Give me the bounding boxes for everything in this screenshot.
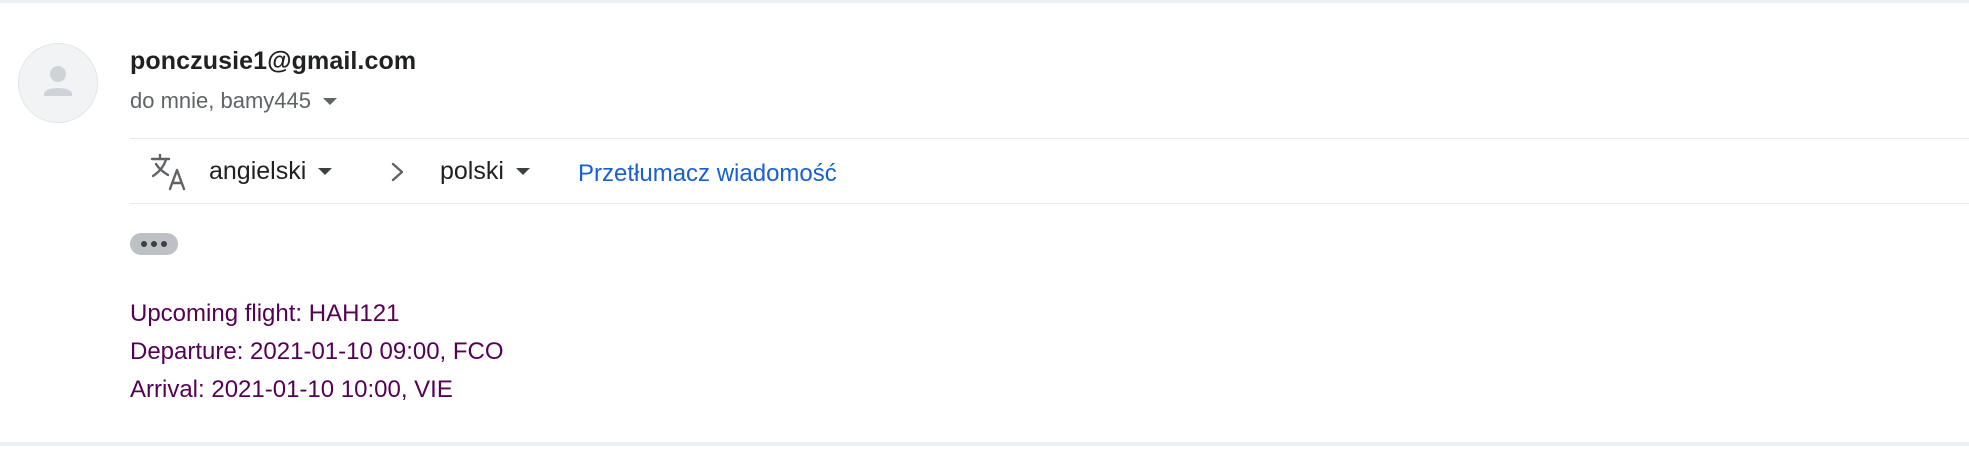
- translate-bar: angielski polski Przetłumacz wiadomość: [130, 138, 1969, 204]
- body-line-arrival: Arrival: 2021-01-10 10:00, VIE: [130, 376, 453, 403]
- top-divider: [0, 0, 1969, 3]
- chevron-right-icon: [391, 162, 404, 182]
- source-language-select[interactable]: angielski: [209, 157, 333, 186]
- ellipsis-dot: [151, 241, 157, 247]
- body-line-departure: Departure: 2021-01-10 09:00, FCO: [130, 338, 504, 365]
- sender-email[interactable]: ponczusie1@gmail.com: [130, 47, 416, 76]
- recipients-text: do mnie, bamy445: [130, 88, 311, 113]
- sender-avatar[interactable]: [18, 43, 98, 123]
- chevron-down-icon: [318, 168, 333, 175]
- person-icon: [44, 66, 72, 96]
- source-language-label: angielski: [209, 157, 307, 185]
- chevron-down-icon[interactable]: [323, 97, 337, 105]
- ellipsis-dot: [161, 241, 167, 247]
- target-language-label: polski: [440, 157, 504, 185]
- ellipsis-dot: [141, 241, 147, 247]
- body-line-flight: Upcoming flight: HAH121: [130, 300, 400, 327]
- recipients-line[interactable]: do mnie, bamy445: [130, 88, 337, 114]
- target-language-select[interactable]: polski: [440, 157, 530, 186]
- translate-icon: [150, 153, 186, 191]
- email-message: ponczusie1@gmail.com do mnie, bamy445 an…: [0, 0, 1969, 454]
- message-body: Upcoming flight: HAH121 Departure: 2021-…: [130, 295, 504, 409]
- bottom-divider: [0, 442, 1969, 446]
- chevron-down-icon: [515, 168, 530, 175]
- show-trimmed-content-button[interactable]: [130, 233, 178, 255]
- translate-message-link[interactable]: Przetłumacz wiadomość: [578, 160, 837, 188]
